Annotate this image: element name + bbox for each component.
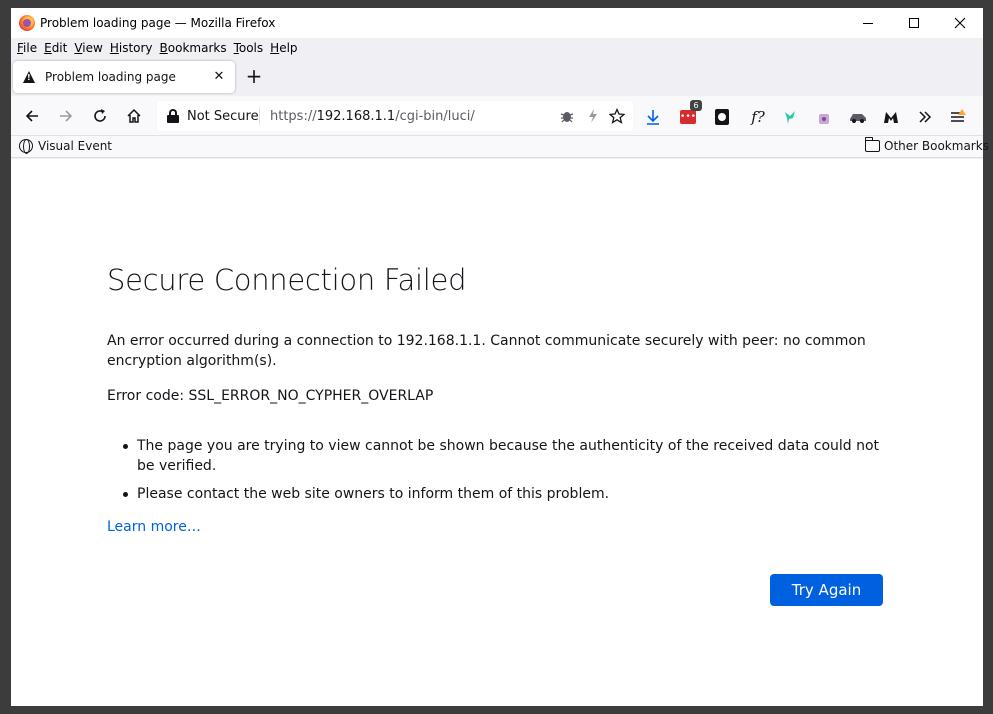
url-bar[interactable]: Not Secure https://192.168.1.1/cgi-bin/l… — [157, 101, 633, 131]
other-bookmarks-folder[interactable]: Other Bookmarks — [865, 137, 989, 153]
bookmarks-toolbar: Visual Event Other Bookmarks — [11, 136, 989, 158]
close-icon — [954, 17, 966, 29]
menu-bar: File Edit View History Bookmarks Tools H… — [11, 38, 983, 58]
url-text[interactable]: https://192.168.1.1/cgi-bin/luci/ — [270, 109, 475, 124]
bird-icon[interactable] — [780, 107, 800, 127]
title-bar: Problem loading page — Mozilla Firefox — [11, 8, 983, 38]
reload-button[interactable] — [87, 104, 113, 128]
forward-arrow-icon — [60, 110, 73, 122]
home-icon — [127, 108, 141, 123]
menu-help[interactable]: Help — [270, 41, 297, 55]
menu-view[interactable]: View — [74, 41, 102, 55]
back-button[interactable] — [19, 104, 45, 128]
bookmark-star-icon[interactable] — [609, 108, 625, 124]
firefox-logo-icon — [19, 15, 35, 31]
malwarebytes-icon[interactable] — [881, 107, 901, 127]
extension-red-icon[interactable]: ••• 6 — [678, 100, 702, 127]
error-advice-list: The page you are trying to view cannot b… — [123, 436, 883, 512]
browser-window: Problem loading page — Mozilla Firefox F… — [11, 8, 989, 706]
tab-strip: Problem loading page ✕ + — [11, 58, 983, 96]
window-title: Problem loading page — Mozilla Firefox — [40, 16, 276, 30]
folder-icon — [865, 137, 880, 152]
list-item: The page you are trying to view cannot b… — [123, 436, 883, 476]
warning-icon — [23, 71, 35, 83]
extension-badge: 6 — [690, 100, 702, 111]
not-secure-label[interactable]: Not Secure — [187, 109, 259, 124]
tab-label: Problem loading page — [45, 70, 176, 84]
minimize-icon — [863, 22, 873, 24]
app-menu-icon[interactable] — [949, 107, 969, 127]
downloads-icon[interactable] — [643, 107, 663, 127]
overflow-chevron-icon[interactable] — [915, 107, 935, 127]
maximize-icon — [909, 18, 919, 28]
page-content: Secure Connection Failed An error occurr… — [11, 159, 983, 706]
globe-icon — [19, 139, 33, 154]
bug-icon[interactable] — [559, 108, 575, 124]
home-button[interactable] — [121, 104, 147, 128]
close-window-button[interactable] — [937, 8, 983, 38]
menu-bookmarks[interactable]: Bookmarks — [160, 41, 227, 55]
menu-edit[interactable]: Edit — [44, 41, 67, 55]
insecure-lock-icon[interactable] — [167, 109, 179, 123]
forward-button[interactable] — [53, 104, 79, 128]
bookmark-visual-event[interactable]: Visual Event — [19, 139, 112, 154]
function-icon[interactable]: f? — [746, 107, 770, 127]
reload-icon — [94, 109, 106, 122]
back-arrow-icon — [25, 110, 38, 122]
new-tab-button[interactable]: + — [243, 66, 265, 87]
tab-close-button[interactable]: ✕ — [211, 69, 227, 84]
menu-history[interactable]: History — [110, 41, 153, 55]
error-code: Error code: SSL_ERROR_NO_CYPHER_OVERLAP — [107, 388, 434, 404]
learn-more-link[interactable]: Learn more… — [107, 519, 201, 535]
error-title: Secure Connection Failed — [107, 263, 467, 297]
menu-file[interactable]: File — [17, 41, 37, 55]
extension-dark-icon[interactable] — [712, 107, 732, 127]
maximize-button[interactable] — [891, 8, 937, 38]
try-again-button[interactable]: Try Again — [770, 574, 883, 606]
lightning-icon[interactable] — [585, 108, 601, 124]
nav-bar: Not Secure https://192.168.1.1/cgi-bin/l… — [11, 96, 983, 136]
tab-problem-loading[interactable]: Problem loading page ✕ — [13, 61, 235, 93]
extension-car-icon[interactable] — [848, 107, 868, 127]
minimize-button[interactable] — [845, 8, 891, 38]
list-item: Please contact the web site owners to in… — [123, 484, 883, 504]
extension-lock-icon[interactable] — [814, 107, 834, 127]
menu-tools[interactable]: Tools — [234, 41, 264, 55]
url-separator — [259, 107, 260, 125]
error-description: An error occurred during a connection to… — [107, 333, 866, 369]
